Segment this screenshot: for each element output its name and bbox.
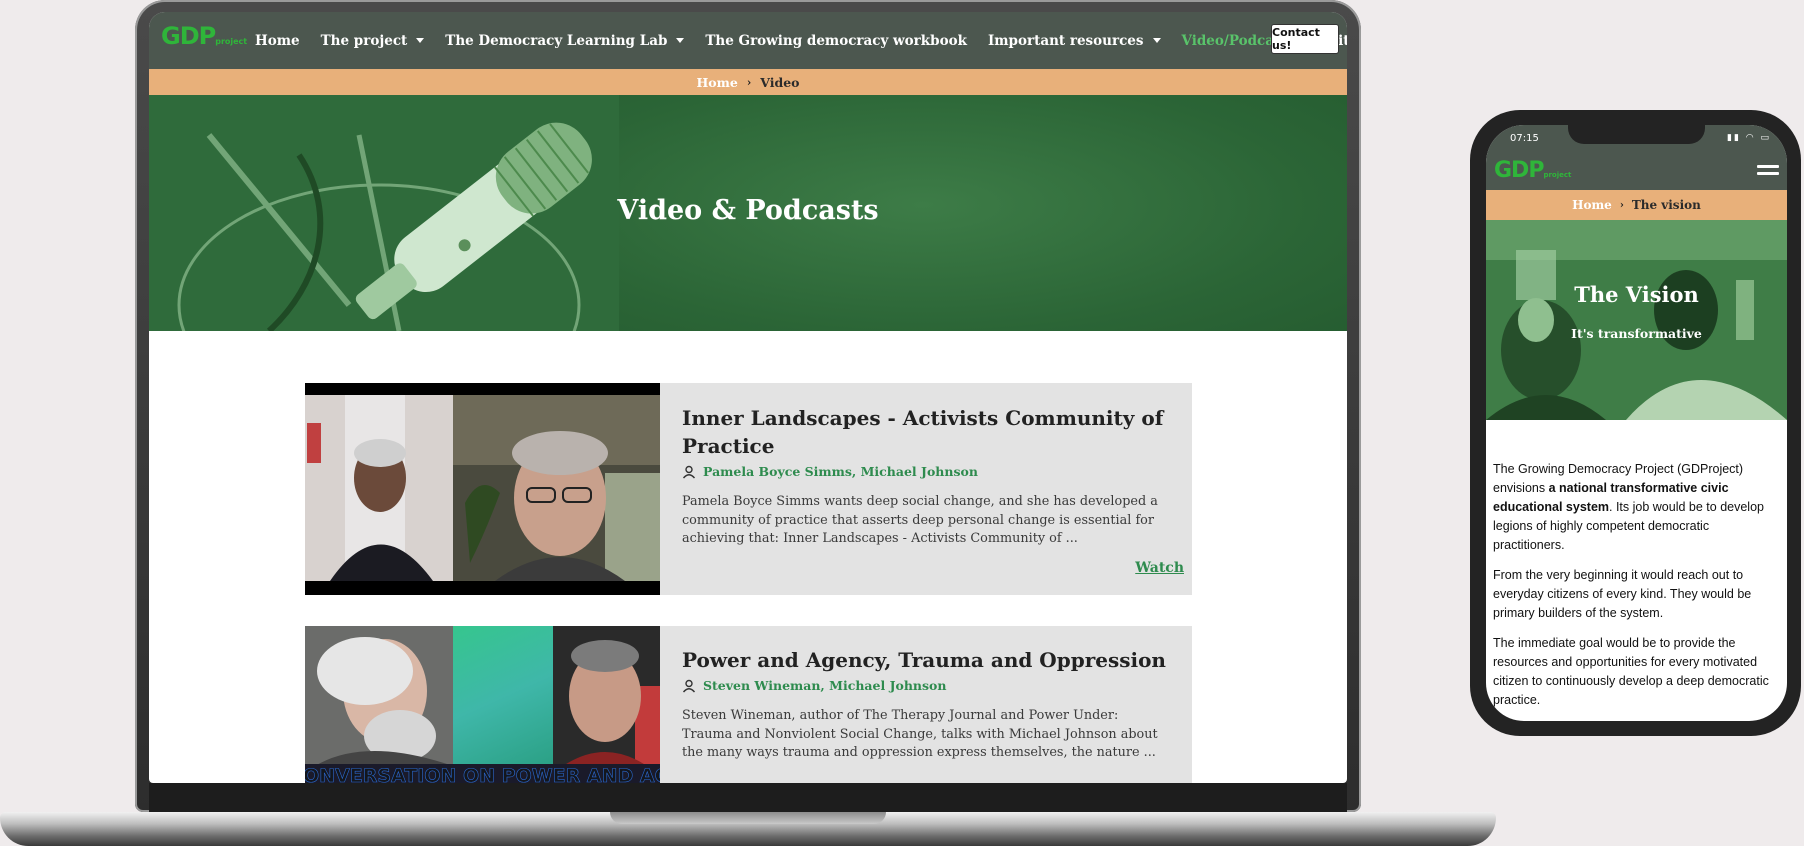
authors-link[interactable]: Pamela Boyce Simms, Michael Johnson [703,464,978,479]
caret-down-icon [1152,38,1161,43]
hero-banner: Video & Podcasts [149,95,1347,331]
mobile-site: 07:15 ▮▮ ◠ ▭ GDPproject Home › The visio… [1486,125,1787,721]
video-thumbnail[interactable] [305,383,660,595]
breadcrumb-home-link[interactable]: Home [697,75,738,90]
video-thumbnail[interactable]: ONVERSATION ON POWER AND AGEN [305,626,660,783]
nav-menu: Home The project The Democracy Learning … [255,12,1347,69]
site-logo[interactable]: GDPproject [161,22,247,50]
video-title[interactable]: Inner Landscapes - Activists Community o… [682,404,1170,460]
breadcrumb-home-link[interactable]: Home [1572,198,1612,212]
signal-wifi-battery-icon: ▮▮ ◠ ▭ [1727,133,1771,143]
video-title[interactable]: Power and Agency, Trauma and Oppression [682,646,1170,674]
nav-item-home[interactable]: Home [255,33,300,49]
thumbnail-caption: ONVERSATION ON POWER AND AGEN [305,765,660,783]
nav-item-workbook[interactable]: The Growing democracy workbook [705,33,967,49]
breadcrumb-current: The vision [1631,198,1701,212]
page-title: The Vision [1574,282,1699,307]
video-thumbnail-image: ONVERSATION ON POWER AND AGEN [305,626,660,783]
contact-button[interactable]: Contact us! [1271,24,1339,54]
video-card: Inner Landscapes - Activists Community o… [305,383,1192,595]
caret-down-icon [416,38,425,43]
laptop-bezel-bottom [149,783,1347,812]
site-logo[interactable]: GDPproject [1494,158,1571,183]
paragraph: The Growing Democracy Project (GDProject… [1493,462,1764,552]
page-subtitle: It's transformative [1571,326,1702,341]
authors-link[interactable]: Steven Wineman, Michael Johnson [703,678,946,693]
video-card-body: Power and Agency, Trauma and Oppression … [682,626,1170,763]
caret-down-icon [676,38,685,43]
hamburger-menu-icon[interactable] [1757,165,1779,179]
hero-banner: The Vision It's transformative [1486,220,1787,420]
page-title: Video & Podcasts [617,195,879,226]
vision-text: The Growing Democracy Project (GDProject… [1493,460,1776,721]
video-card: ONVERSATION ON POWER AND AGEN Power and … [305,626,1192,783]
chevron-right-icon: › [746,75,752,89]
breadcrumb: Home › The vision [1486,190,1787,220]
watch-link[interactable]: Watch [1135,560,1184,576]
paragraph: The immediate goal would be to provide t… [1493,636,1769,707]
video-description: Pamela Boyce Simms wants deep social cha… [682,494,1158,546]
paragraph: From the very beginning it would reach o… [1493,568,1752,620]
user-icon [682,679,696,692]
nav-item-the-project[interactable]: The project [321,33,425,49]
laptop-hinge-notch [610,812,886,824]
breadcrumb-current: Video [760,74,800,90]
desktop-site: GDPproject Home The project The Democrac… [149,12,1347,783]
phone-notch [1568,120,1705,144]
video-description: Steven Wineman, author of The Therapy Jo… [682,708,1158,760]
user-icon [682,465,696,478]
hero-image [1486,220,1787,420]
video-card-body: Inner Landscapes - Activists Community o… [682,383,1170,549]
breadcrumb: Home › Video [149,69,1347,95]
mobile-nav: GDPproject [1486,155,1787,190]
nav-item-democracy-learning-lab[interactable]: The Democracy Learning Lab [445,33,685,49]
chevron-right-icon: › [1619,199,1624,211]
nav-item-important-resources[interactable]: Important resources [988,33,1161,49]
video-authors: Steven Wineman, Michael Johnson [682,678,1170,693]
status-time: 07:15 [1510,133,1539,144]
video-authors: Pamela Boyce Simms, Michael Johnson [682,464,1170,479]
main-nav: GDPproject Home The project The Democrac… [149,12,1347,69]
video-thumbnail-image [305,383,660,595]
